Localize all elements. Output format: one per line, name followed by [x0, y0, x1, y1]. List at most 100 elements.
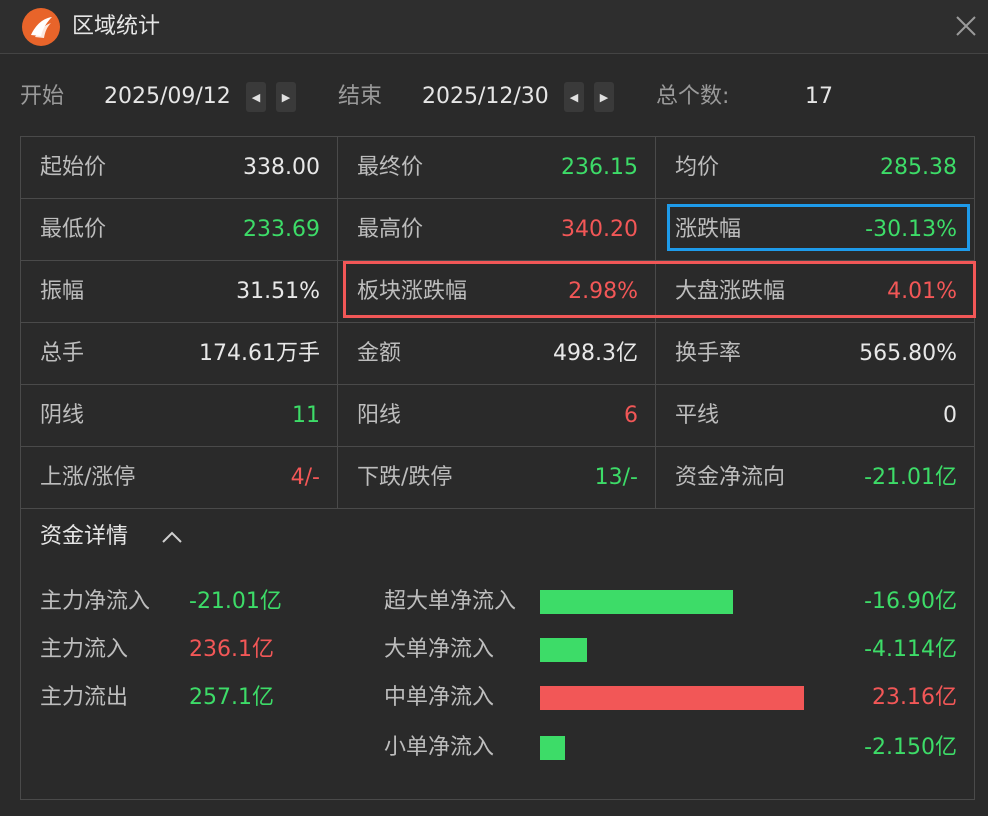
stats-row: 阴线 11 阳线 6 平线 0	[21, 385, 974, 447]
stat-value: -21.01亿	[864, 465, 957, 490]
stats-row: 最低价 233.69 最高价 340.20 涨跌幅 -30.13%	[21, 199, 974, 261]
stat-cell: 均价 285.38	[656, 137, 974, 198]
start-label: 开始	[20, 84, 65, 109]
stat-cell: 阴线 11	[21, 385, 338, 446]
stat-label: 最低价	[40, 217, 107, 242]
end-prev-button[interactable]: ◀	[564, 82, 584, 112]
stat-label: 换手率	[675, 341, 742, 366]
stat-cell: 振幅 31.51%	[21, 261, 338, 322]
stat-value: 31.51%	[236, 279, 320, 304]
stats-row: 总手 174.61万手 金额 498.3亿 换手率 565.80%	[21, 323, 974, 385]
stat-value: 285.38	[880, 155, 957, 180]
stat-cell: 总手 174.61万手	[21, 323, 338, 384]
stat-cell: 换手率 565.80%	[656, 323, 974, 384]
arrow-left-icon: ◀	[251, 90, 261, 104]
flow-value: -2.150亿	[864, 735, 957, 760]
flow-value: 23.16亿	[872, 685, 957, 710]
stat-value: 2.98%	[568, 279, 638, 304]
stat-cell: 阳线 6	[338, 385, 656, 446]
stat-value: 338.00	[243, 155, 320, 180]
app-logo-icon	[22, 8, 60, 46]
stat-cell: 金额 498.3亿	[338, 323, 656, 384]
count-label: 总个数:	[656, 84, 730, 109]
start-next-button[interactable]: ▶	[276, 82, 296, 112]
stat-label: 金额	[357, 341, 402, 366]
flow-bar	[540, 686, 804, 710]
stat-value: 340.20	[561, 217, 638, 242]
stat-label: 最高价	[357, 217, 424, 242]
stat-value: 174.61万手	[199, 341, 320, 366]
flow-bar	[540, 638, 587, 662]
chevron-up-icon[interactable]	[161, 529, 183, 545]
stat-value: 498.3亿	[553, 341, 638, 366]
start-date[interactable]: 2025/09/12	[104, 82, 231, 112]
stat-value: -30.13%	[865, 217, 957, 242]
stat-value: 6	[624, 403, 638, 428]
stat-value: 0	[943, 403, 957, 428]
stat-label: 阳线	[357, 403, 402, 428]
stat-label: 起始价	[40, 155, 107, 180]
end-label: 结束	[338, 84, 383, 109]
arrow-right-icon: ▶	[281, 90, 291, 104]
stats-row: 起始价 338.00 最终价 236.15 均价 285.38	[21, 137, 974, 199]
stat-value: 565.80%	[859, 341, 957, 366]
stat-cell: 涨跌幅 -30.13%	[656, 199, 974, 260]
stats-row: 上涨/涨停 4/- 下跌/跌停 13/- 资金净流向 -21.01亿	[21, 447, 974, 509]
fund-left-label: 主力流入	[40, 637, 129, 662]
stat-cell: 最终价 236.15	[338, 137, 656, 198]
fund-left-label: 主力流出	[40, 685, 129, 710]
end-next-button[interactable]: ▶	[594, 82, 614, 112]
stat-value: 4.01%	[887, 279, 957, 304]
stat-label: 最终价	[357, 155, 424, 180]
title-bar: 区域统计	[0, 0, 988, 54]
stat-value: 236.15	[561, 155, 638, 180]
stat-cell: 上涨/涨停 4/-	[21, 447, 338, 508]
stat-label: 阴线	[40, 403, 85, 428]
stat-label: 总手	[40, 341, 85, 366]
window-title: 区域统计	[72, 14, 161, 39]
stat-cell: 资金净流向 -21.01亿	[656, 447, 974, 508]
stat-label: 均价	[675, 155, 720, 180]
stat-cell: 最低价 233.69	[21, 199, 338, 260]
flow-label: 小单净流入	[384, 735, 495, 760]
stat-cell: 最高价 340.20	[338, 199, 656, 260]
fund-left-value: 257.1亿	[189, 685, 274, 710]
stat-value: 233.69	[243, 217, 320, 242]
stat-value: 11	[292, 403, 320, 428]
stats-row: 振幅 31.51% 板块涨跌幅 2.98% 大盘涨跌幅 4.01%	[21, 261, 974, 323]
fund-left-value: -21.01亿	[189, 589, 282, 614]
stat-label: 振幅	[40, 279, 85, 304]
arrow-right-icon: ▶	[599, 90, 609, 104]
flow-label: 中单净流入	[384, 685, 495, 710]
stat-label: 资金净流向	[675, 465, 786, 490]
fund-detail-title: 资金详情	[40, 524, 129, 549]
count-value: 17	[805, 84, 833, 109]
close-icon[interactable]	[952, 12, 980, 40]
stat-label: 上涨/涨停	[40, 465, 136, 490]
start-prev-button[interactable]: ◀	[246, 82, 266, 112]
flow-label: 大单净流入	[384, 637, 495, 662]
stat-cell: 平线 0	[656, 385, 974, 446]
date-range-bar: 开始 2025/09/12 ◀ ▶ 结束 2025/12/30 ◀ ▶ 总个数:…	[0, 70, 988, 122]
flow-value: -16.90亿	[864, 589, 957, 614]
fund-left-value: 236.1亿	[189, 637, 274, 662]
stat-cell: 板块涨跌幅 2.98%	[338, 261, 656, 322]
stat-label: 大盘涨跌幅	[675, 279, 786, 304]
stat-label: 板块涨跌幅	[357, 279, 468, 304]
flow-label: 超大单净流入	[384, 589, 517, 614]
stat-value: 13/-	[594, 465, 638, 490]
stat-label: 下跌/跌停	[357, 465, 453, 490]
flow-bar	[540, 590, 733, 614]
stat-label: 平线	[675, 403, 720, 428]
stat-cell: 起始价 338.00	[21, 137, 338, 198]
stats-panel: 起始价 338.00 最终价 236.15 均价 285.38 最低价 233.69 最高价 34…	[20, 136, 976, 800]
stat-label: 涨跌幅	[675, 217, 742, 242]
fund-left-label: 主力净流入	[40, 589, 151, 614]
flow-value: -4.114亿	[864, 637, 957, 662]
stat-value: 4/-	[290, 465, 320, 490]
arrow-left-icon: ◀	[569, 90, 579, 104]
stat-cell: 下跌/跌停 13/-	[338, 447, 656, 508]
stat-cell: 大盘涨跌幅 4.01%	[656, 261, 974, 322]
end-date[interactable]: 2025/12/30	[422, 82, 549, 112]
flow-bar	[540, 736, 565, 760]
